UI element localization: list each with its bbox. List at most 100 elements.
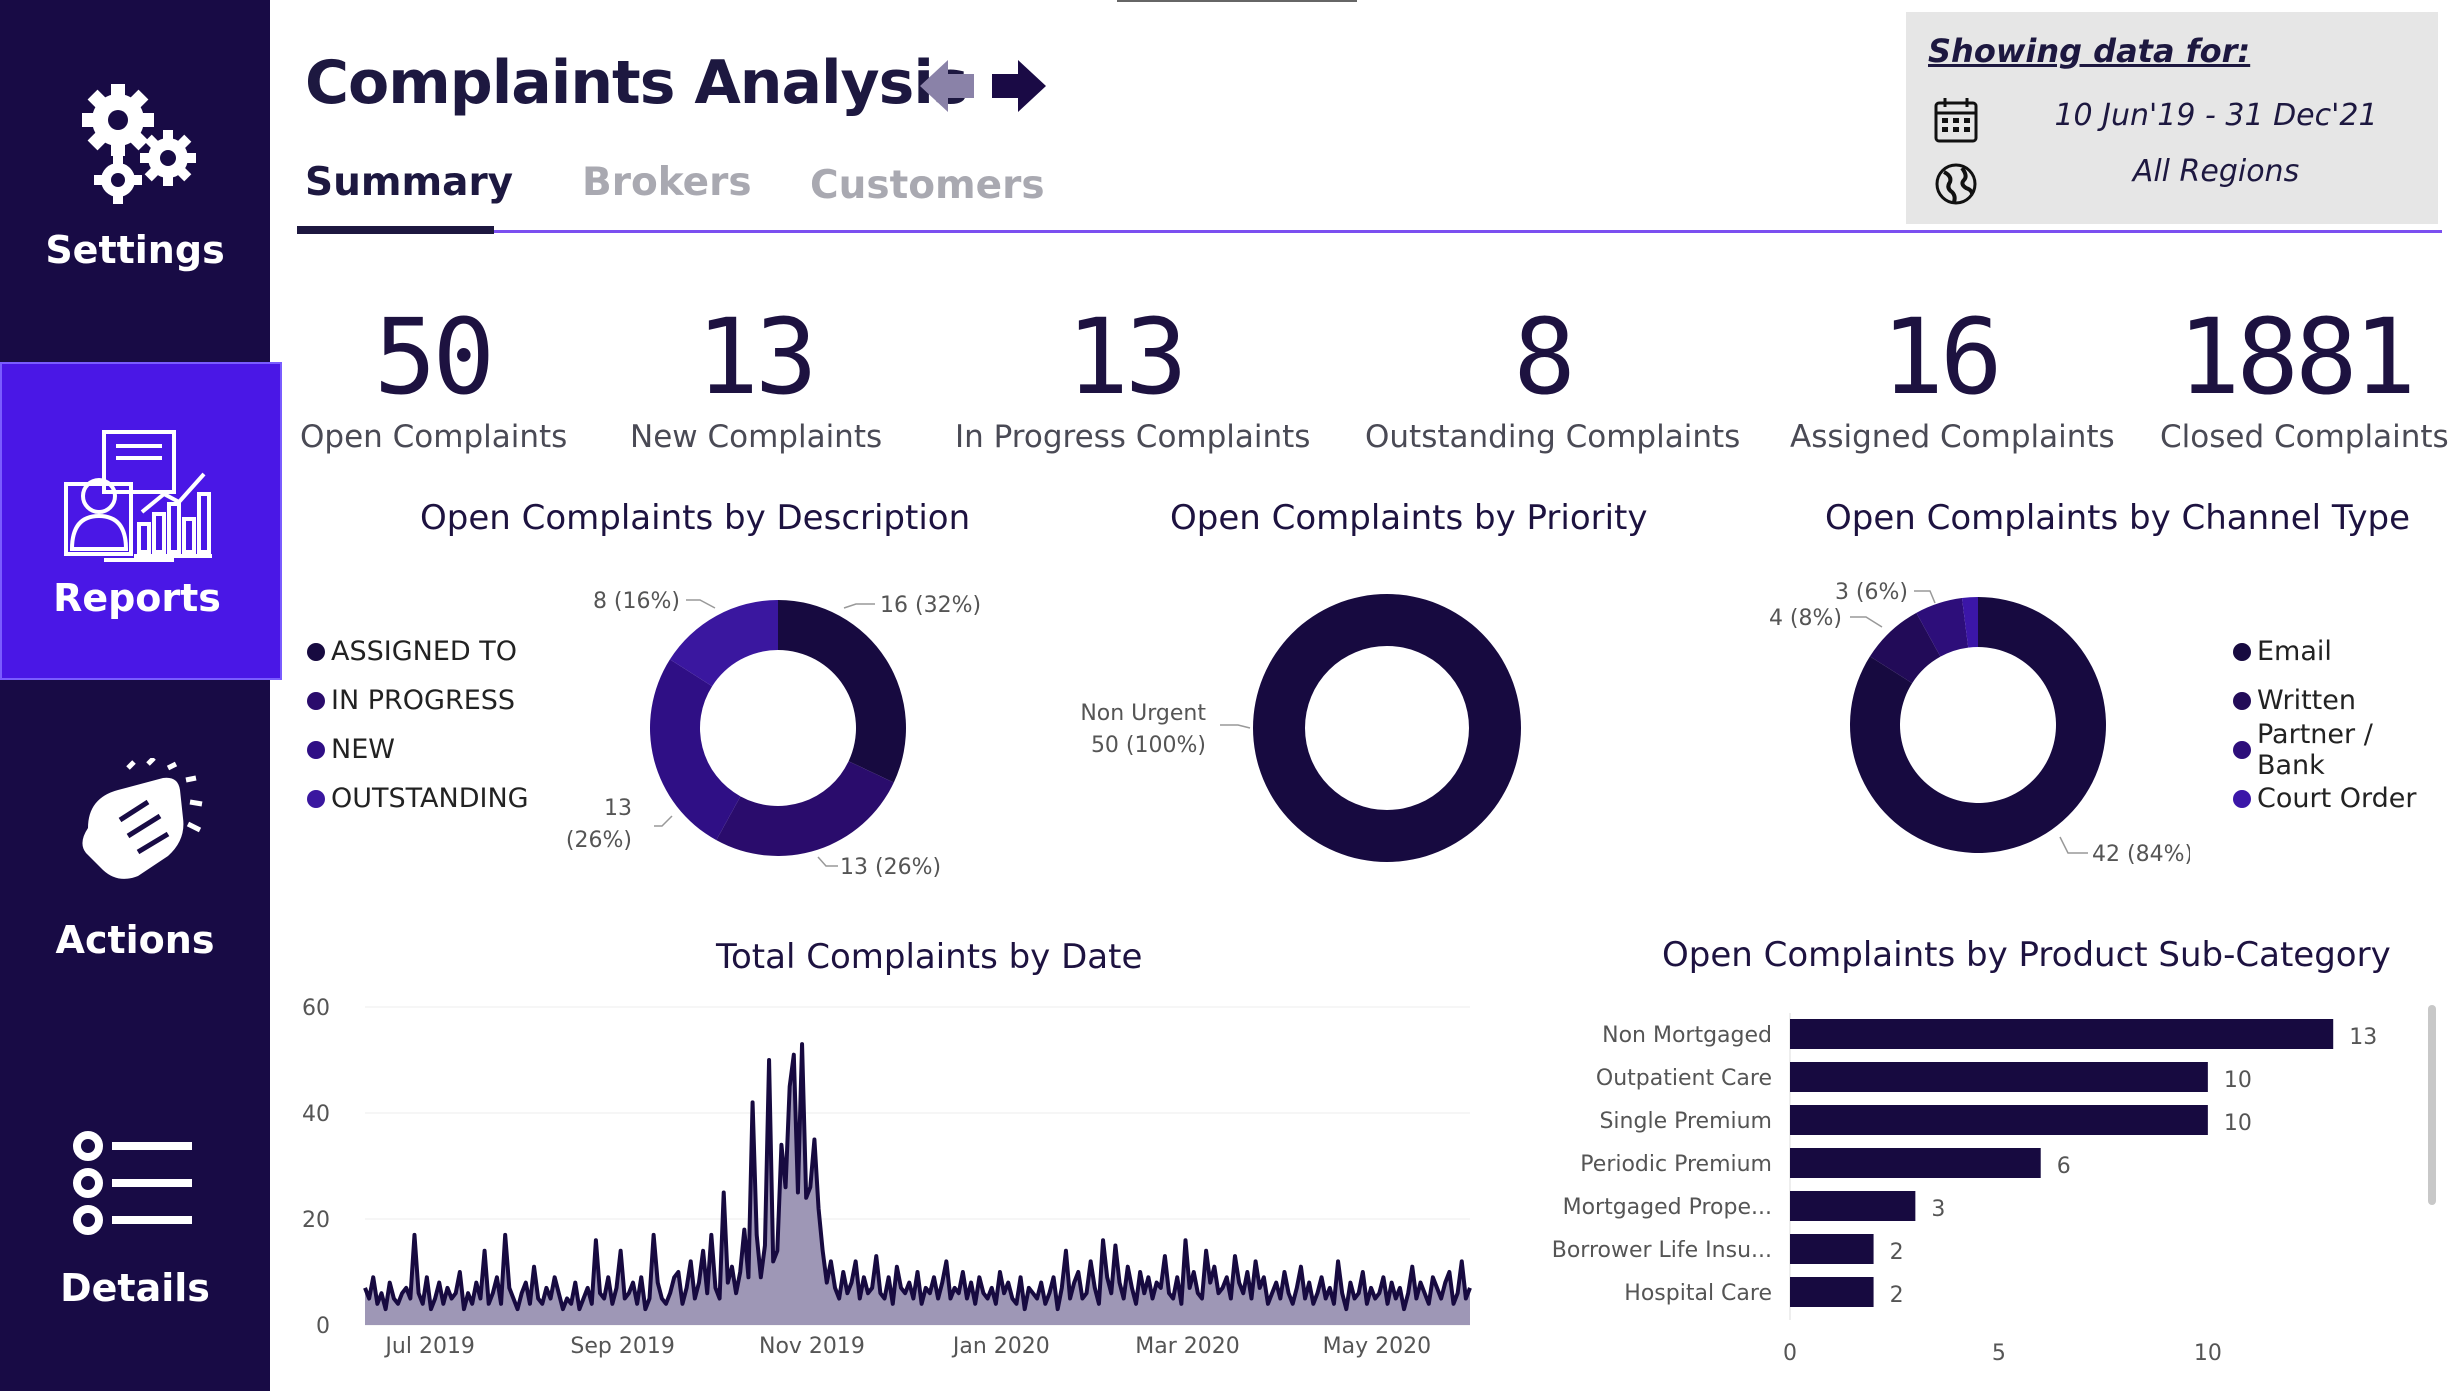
x-tick-label: Jul 2019 <box>383 1334 475 1359</box>
forward-arrow-icon[interactable] <box>990 60 1046 112</box>
legend-item[interactable]: IN PROGRESS <box>307 676 529 725</box>
bar-value-label: 13 <box>2349 1025 2377 1050</box>
filter-summary-box: Showing data for: 10 Jun'19 - 31 Dec'21 … <box>1906 12 2438 224</box>
bar[interactable] <box>1790 1277 1874 1307</box>
calendar-icon <box>1934 98 1978 143</box>
bar-value-label: 10 <box>2224 1111 2252 1136</box>
donut-chart-description: 16 (32%) 13 (26%) 13 (26%) 8 (16%) <box>566 589 981 880</box>
kpi-value: 50 <box>373 296 495 418</box>
kpi-label: Open Complaints <box>300 419 568 455</box>
bar[interactable] <box>1790 1148 2041 1178</box>
sidebar-item-actions[interactable]: Actions <box>0 700 270 1020</box>
bar-category-label: Hospital Care <box>1624 1281 1772 1306</box>
kpi-label: Assigned Complaints <box>1790 419 2115 455</box>
legend-item[interactable]: NEW <box>307 725 529 774</box>
kpi-value: 16 <box>1881 296 2002 418</box>
data-label: Non Urgent <box>1080 701 1206 726</box>
tab-customers[interactable]: Customers <box>810 163 1045 208</box>
data-label: 13 <box>604 796 632 821</box>
bar-category-label: Periodic Premium <box>1580 1152 1772 1177</box>
top-divider <box>1117 0 1357 2</box>
legend-dot <box>307 740 325 759</box>
bar[interactable] <box>1790 1105 2208 1135</box>
bar[interactable] <box>1790 1062 2208 1092</box>
data-label: 13 (26%) <box>840 855 941 880</box>
leader-line <box>843 603 875 609</box>
sidebar-item-label: Actions <box>55 918 215 962</box>
legend-label: OUTSTANDING <box>331 783 529 814</box>
legend-label: ASSIGNED TO <box>331 636 518 667</box>
chart-title-priority: Open Complaints by Priority <box>1170 498 1648 538</box>
sidebar-item-settings[interactable]: Settings <box>0 0 270 340</box>
bar-category-label: Non Mortgaged <box>1602 1023 1772 1048</box>
page-title: Complaints Analysis <box>305 48 969 118</box>
kpi-outstanding-complaints: 8 Outstanding Complaints <box>1365 300 1740 456</box>
legend-description: ASSIGNED TO IN PROGRESS NEW OUTSTANDING <box>307 627 529 823</box>
sidebar-item-reports[interactable]: Reports <box>0 362 282 680</box>
leader-line <box>2059 836 2088 854</box>
bar-value-label: 3 <box>1931 1197 1945 1222</box>
kpi-value: 13 <box>1066 296 1187 418</box>
chart-title-description: Open Complaints by Description <box>420 498 971 538</box>
data-label: 50 (100%) <box>1091 733 1206 758</box>
legend-item[interactable]: Partner / Bank <box>2233 719 2449 781</box>
kpi-label: In Progress Complaints <box>955 419 1311 455</box>
bar[interactable] <box>1790 1191 1916 1221</box>
gears-icon <box>82 84 196 204</box>
x-tick-label: 10 <box>2194 1341 2222 1366</box>
back-arrow-icon[interactable] <box>920 60 976 112</box>
legend-channel: Email Written Partner / Bank Court Order <box>2233 627 2449 823</box>
data-label: (26%) <box>566 828 632 853</box>
legend-dot <box>2233 740 2251 759</box>
data-label: 42 (84%) <box>2092 842 2190 867</box>
legend-label: Partner / Bank <box>2256 718 2373 781</box>
x-tick-label: 0 <box>1783 1341 1797 1366</box>
kpi-closed-complaints: 1881 Closed Complaints <box>2160 300 2449 456</box>
donut-slice[interactable] <box>1253 594 1521 862</box>
tab-summary[interactable]: Summary <box>305 160 513 205</box>
leader-line <box>1220 724 1251 729</box>
bar-category-label: Borrower Life Insu... <box>1552 1238 1772 1263</box>
legend-label: NEW <box>331 734 395 765</box>
x-tick-label: Sep 2019 <box>570 1334 674 1359</box>
bar-value-label: 2 <box>1890 1283 1904 1308</box>
y-tick-label: 60 <box>302 996 330 1021</box>
y-tick-label: 0 <box>316 1314 330 1339</box>
y-tick-label: 40 <box>302 1102 330 1127</box>
hand-icon <box>82 758 203 879</box>
chart-title-channel: Open Complaints by Channel Type <box>1825 498 2410 538</box>
donut-chart-channel: 42 (84%) 4 (8%)3 (6%) <box>1770 580 2190 867</box>
legend-label: Email <box>2257 636 2332 667</box>
donut-slice[interactable] <box>778 600 906 783</box>
bar-value-label: 10 <box>2224 1068 2252 1093</box>
list-icon <box>73 1131 192 1235</box>
bar[interactable] <box>1790 1234 1874 1264</box>
data-label: 3 (6%) <box>1835 580 1908 605</box>
x-tick-label: Nov 2019 <box>759 1334 865 1359</box>
legend-label: Written <box>2257 685 2356 716</box>
bar[interactable] <box>1790 1019 2334 1049</box>
bar-category-label: Single Premium <box>1599 1109 1772 1134</box>
donut-slice[interactable] <box>650 659 741 841</box>
tab-brokers[interactable]: Brokers <box>582 160 752 205</box>
donut-slice[interactable] <box>716 761 894 856</box>
kpi-label: New Complaints <box>630 419 883 455</box>
x-tick-label: Mar 2020 <box>1135 1334 1240 1359</box>
legend-dot <box>2233 691 2251 710</box>
tab-active-indicator <box>297 226 494 234</box>
sidebar-item-details[interactable]: Details <box>0 1050 270 1370</box>
series-line[interactable] <box>363 1042 1472 1312</box>
leader-line <box>817 856 838 867</box>
area-chart-date: 0 20 40 60 Jul 2019 Sep 2019 Nov 2019 Jan 2020 M… <box>302 996 1472 1359</box>
report-icon <box>64 430 212 562</box>
legend-item[interactable]: Email <box>2233 627 2449 676</box>
scrollbar[interactable] <box>2428 1005 2436 1205</box>
legend-item[interactable]: ASSIGNED TO <box>307 627 529 676</box>
date-range-value: 10 Jun'19 - 31 Dec'21 <box>2054 98 2378 133</box>
bar-category-label: Outpatient Care <box>1596 1066 1772 1091</box>
legend-item[interactable]: OUTSTANDING <box>307 774 529 823</box>
y-tick-label: 20 <box>302 1208 330 1233</box>
bar-value-label: 6 <box>2057 1154 2071 1179</box>
legend-item[interactable]: Court Order <box>2233 774 2449 823</box>
sidebar-item-label: Settings <box>45 228 225 272</box>
